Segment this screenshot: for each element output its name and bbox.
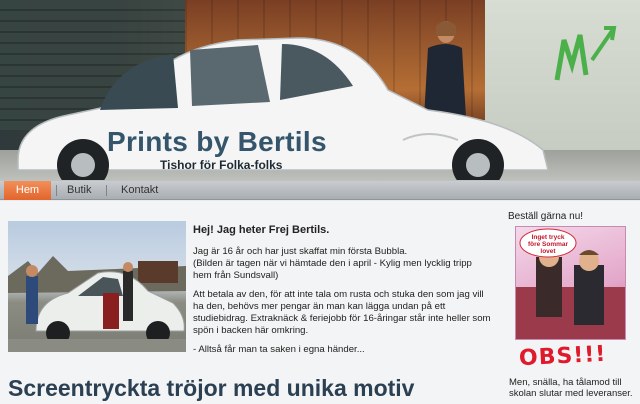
nav-item-hem[interactable]: Hem bbox=[4, 181, 51, 200]
nav-item-butik[interactable]: Butik bbox=[67, 181, 91, 200]
obs-label: OBS!!! bbox=[518, 341, 608, 372]
intro-heading: Hej! Jag heter Frej Bertils. bbox=[193, 224, 330, 236]
main-nav: Hem Butik Kontakt bbox=[0, 181, 640, 200]
intro-paragraph-3: - Alltså får man ta saken i egna händer.… bbox=[193, 344, 365, 355]
car-photo-image bbox=[8, 256, 186, 352]
intro-paragraph: Jag är 16 år och har just skaffat min fö… bbox=[193, 246, 493, 282]
nav-item-kontakt[interactable]: Kontakt bbox=[121, 181, 158, 200]
intro-paragraph-2: Att betala av den, för att inte tala om … bbox=[193, 289, 491, 336]
nav-divider bbox=[56, 185, 57, 196]
speech-bubble-text-2: före Sommar bbox=[528, 241, 569, 248]
intro-text: Hej! Jag heter Frej Bertils. Jag är 16 å… bbox=[193, 224, 493, 363]
speech-bubble-text: Inget tryck bbox=[532, 234, 565, 241]
main-content: Hej! Jag heter Frej Bertils. Jag är 16 å… bbox=[0, 201, 640, 404]
aside-title: Beställ gärna nu! bbox=[508, 211, 584, 222]
intro-line-2: (Bilden är tagen när vi hämtade den i ap… bbox=[193, 258, 472, 281]
section-heading: Screentryckta tröjor med unika motiv bbox=[8, 375, 415, 401]
header-banner: Prints by Bertils Tishor för Folka-folks bbox=[0, 0, 640, 181]
speech-bubble-text-3: lovet bbox=[540, 248, 556, 255]
site-title: Prints by Bertils bbox=[107, 126, 327, 157]
graffiti-icon bbox=[554, 26, 617, 81]
nav-divider bbox=[106, 185, 107, 196]
intro-line-1: Jag är 16 år och har just skaffat min fö… bbox=[193, 246, 408, 257]
car-photo bbox=[8, 221, 186, 352]
aside-photo-image: Inget tryck före Sommar lovet bbox=[516, 228, 625, 339]
site-subtitle: Tishor för Folka-folks bbox=[160, 158, 283, 172]
aside-photo: Inget tryck före Sommar lovet bbox=[515, 226, 626, 340]
aside-note: Men, snälla, ha tålamod till skolan slut… bbox=[509, 377, 633, 399]
